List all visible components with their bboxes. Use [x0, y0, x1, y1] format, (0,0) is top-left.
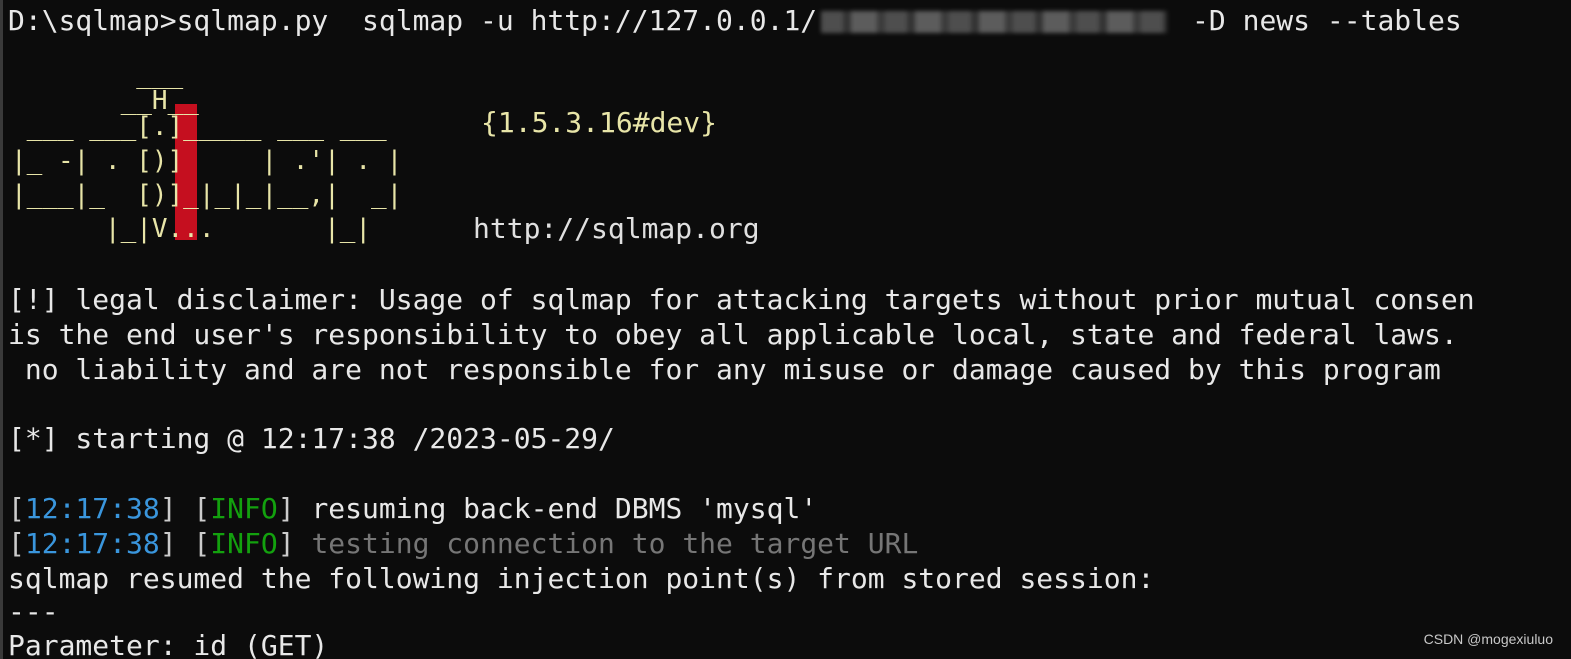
parameter-line: Parameter: id (GET): [8, 629, 329, 659]
disclaimer-line: [!] legal disclaimer: Usage of sqlmap fo…: [8, 283, 1475, 316]
bracket: ]: [277, 527, 295, 560]
banner-version: {1.5.3.16#dev}: [481, 106, 718, 139]
log-message: testing connection to the target URL: [294, 527, 919, 560]
command-prompt: D:\sqlmap>sqlmap.py sqlmap -u http://127…: [8, 4, 818, 37]
bracket: ]: [277, 492, 295, 525]
watermark: CSDN @mogexiuluo: [1423, 631, 1553, 647]
log-level: INFO: [210, 527, 278, 560]
log-line: [12:17:38] [INFO] resuming back-end DBMS…: [8, 491, 817, 526]
banner-art-line: |_ -| . [)] | .'| . |: [11, 146, 403, 176]
banner-art-line: ___ ___[.]_____ ___ ___: [11, 112, 387, 142]
log-level: INFO: [210, 492, 278, 525]
disclaimer-line: no liability and are not responsible for…: [8, 353, 1441, 386]
banner-art-line: |___|_ [)]_|_|_|__,| _|: [11, 180, 403, 210]
banner-site: http://sqlmap.org: [473, 212, 760, 245]
command-args: -D news --tables: [1175, 4, 1462, 37]
log-line: [12:17:38] [INFO] testing connection to …: [8, 526, 918, 561]
resumed-line: sqlmap resumed the following injection p…: [8, 562, 1155, 595]
sqlmap-banner: ___ __H__ ___ ___[.]_____ ___ ___ |_ -| …: [11, 58, 461, 248]
terminal-window[interactable]: D:\sqlmap>sqlmap.py sqlmap -u http://127…: [0, 0, 1571, 659]
command-line: D:\sqlmap>sqlmap.py sqlmap -u http://127…: [8, 3, 1462, 38]
disclaimer-line: is the end user's responsibility to obey…: [8, 318, 1475, 351]
bracket: [: [8, 527, 25, 560]
separator-line: ---: [8, 595, 59, 628]
redacted-url: [821, 11, 1168, 33]
bracket: ] [: [159, 527, 211, 560]
bracket: ] [: [159, 492, 211, 525]
log-timestamp: 12:17:38: [24, 492, 160, 525]
starting-line: [*] starting @ 12:17:38 /2023-05-29/: [8, 422, 615, 455]
log-message: resuming back-end DBMS 'mysql': [294, 492, 818, 525]
banner-art-line: |_|V... |_|: [11, 214, 372, 244]
bracket: [: [8, 492, 25, 525]
log-timestamp: 12:17:38: [24, 527, 160, 560]
